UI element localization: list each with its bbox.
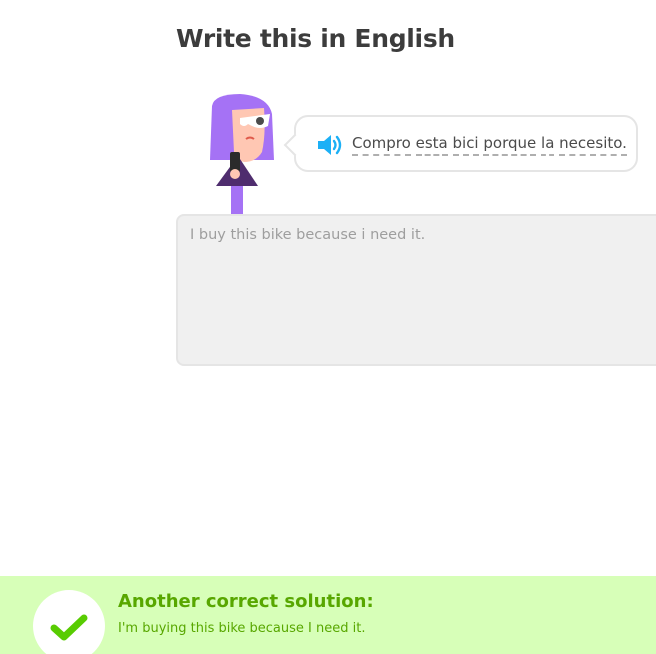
character-illustration bbox=[204, 94, 276, 216]
prompt-word[interactable]: esta bbox=[415, 134, 448, 156]
speech-bubble: Compro esta bici porque la necesito. bbox=[294, 115, 638, 172]
prompt-word[interactable]: necesito. bbox=[559, 134, 627, 156]
prompt-word[interactable]: porque bbox=[483, 134, 537, 156]
prompt-word[interactable]: la bbox=[541, 134, 555, 156]
correct-solution-text: I'm buying this bike because I need it. bbox=[118, 621, 366, 636]
prompt-word[interactable]: Compro bbox=[352, 134, 411, 156]
success-badge bbox=[33, 590, 105, 654]
prompt-word[interactable]: bici bbox=[452, 134, 479, 156]
page-title: Write this in English bbox=[176, 24, 455, 53]
feedback-heading: Another correct solution: bbox=[118, 591, 374, 612]
feedback-banner: Another correct solution: I'm buying thi… bbox=[0, 576, 656, 654]
speaker-icon[interactable] bbox=[316, 133, 344, 157]
character-avatar-icon bbox=[210, 94, 274, 216]
checkmark-icon bbox=[50, 614, 88, 641]
prompt-sentence: Compro esta bici porque la necesito. bbox=[352, 134, 627, 156]
answer-textarea[interactable]: I buy this bike because i need it. bbox=[176, 214, 656, 366]
